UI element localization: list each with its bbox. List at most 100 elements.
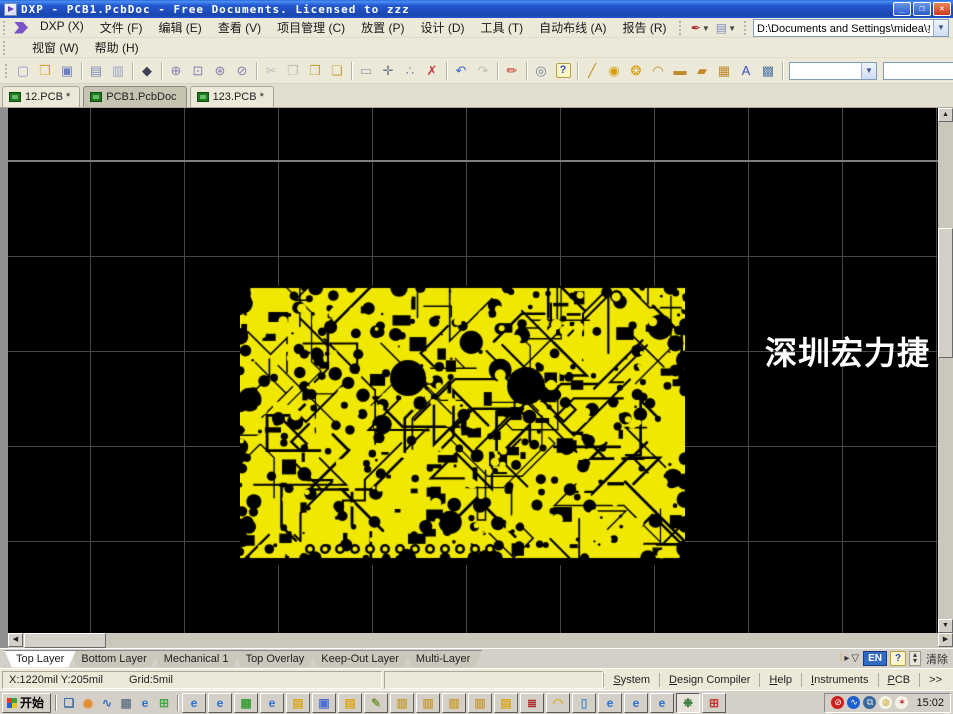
taskbar-ie-4[interactable]: e: [598, 693, 622, 713]
tray-ime-icon[interactable]: ◍: [879, 696, 892, 709]
annotation-tool-button[interactable]: ✒▼: [688, 19, 713, 37]
print-button[interactable]: ▤: [85, 60, 107, 82]
status-panel-instruments[interactable]: Instruments: [801, 673, 877, 687]
menu-item-6[interactable]: 设计 (D): [413, 17, 473, 38]
interactive-routing-button[interactable]: ✏: [501, 60, 523, 82]
menu-item-2[interactable]: 编辑 (E): [150, 17, 209, 38]
paste-button[interactable]: ❒: [304, 60, 326, 82]
menu-item-5[interactable]: 放置 (P): [353, 17, 412, 38]
zoom-area-button[interactable]: ⊡: [187, 60, 209, 82]
quicklaunch-media-player-icon[interactable]: ◉: [79, 694, 97, 712]
open-document-button[interactable]: ❒: [34, 60, 56, 82]
view-board-3d-button[interactable]: ◆: [136, 60, 158, 82]
chevron-down-icon[interactable]: ▼: [861, 63, 876, 79]
vertical-scrollbar[interactable]: ▲ ▼: [938, 108, 953, 633]
place-via-button[interactable]: ❂: [625, 60, 647, 82]
chevron-down-icon[interactable]: ▼: [933, 20, 948, 36]
pcb-editor-canvas[interactable]: 深圳宏力捷 ▲ ▼ ◀ ▶: [0, 108, 953, 648]
taskbar-folder-2[interactable]: ▤: [338, 693, 362, 713]
menu-item-0[interactable]: DXP (X): [32, 17, 92, 38]
taskbar-package-3[interactable]: ▥: [442, 693, 466, 713]
layer-tab-multi-layer[interactable]: Multi-Layer: [404, 650, 482, 668]
vertical-scroll-thumb[interactable]: [938, 228, 953, 358]
taskbar-books[interactable]: ≣: [520, 693, 544, 713]
quicklaunch-show-desktop-icon[interactable]: ❏: [60, 694, 78, 712]
taskbar-ie-1[interactable]: e: [182, 693, 206, 713]
paste-array-button[interactable]: ❏: [326, 60, 348, 82]
toolbar-grip[interactable]: [679, 21, 683, 35]
zoom-document-button[interactable]: ⊕: [165, 60, 187, 82]
place-fill-button[interactable]: ▬: [669, 60, 691, 82]
horizontal-scrollbar[interactable]: ◀ ▶: [8, 633, 953, 648]
filter-icon[interactable]: ▽: [850, 653, 860, 664]
layer-tab-top-overlay[interactable]: Top Overlay: [234, 650, 317, 668]
tray-audio-icon[interactable]: ∿: [847, 696, 860, 709]
move-selection-button[interactable]: ✛: [377, 60, 399, 82]
ime-language-badge[interactable]: EN: [863, 651, 887, 666]
status-panel-pcb[interactable]: PCB: [878, 673, 920, 687]
taskbar-package-4[interactable]: ▥: [468, 693, 492, 713]
toolbar-grip[interactable]: [744, 21, 748, 35]
taskbar-notebook[interactable]: ▯: [572, 693, 596, 713]
taskbar-ie-3[interactable]: e: [260, 693, 284, 713]
toolbar-grip[interactable]: [3, 21, 7, 35]
scroll-up-button[interactable]: ▲: [938, 108, 953, 122]
taskbar-helmet[interactable]: ◠: [546, 693, 570, 713]
zoom-selected-button[interactable]: ⊛: [209, 60, 231, 82]
undo-button[interactable]: ↶: [450, 60, 472, 82]
status-panel--[interactable]: >>: [919, 673, 951, 687]
clear-mask-button[interactable]: 清除: [924, 651, 950, 667]
help-button[interactable]: ?: [552, 60, 574, 82]
tray-network-icon[interactable]: ⧉: [863, 696, 876, 709]
place-line-button[interactable]: ╱: [581, 60, 603, 82]
address-input[interactable]: [754, 22, 933, 34]
place-arc-button[interactable]: ◠: [647, 60, 669, 82]
menu-item-row2-1[interactable]: 帮助 (H): [87, 37, 147, 58]
quicklaunch-ie-icon[interactable]: e: [136, 694, 154, 712]
menu-item-8[interactable]: 自动布线 (A): [531, 17, 614, 38]
taskbar-ie-2[interactable]: e: [208, 693, 232, 713]
scroll-down-button[interactable]: ▼: [938, 619, 953, 633]
taskbar-package-1[interactable]: ▥: [390, 693, 414, 713]
print-preview-button[interactable]: ▥: [107, 60, 129, 82]
taskbar-sheet[interactable]: ▦: [234, 693, 258, 713]
document-tab-1[interactable]: PCB1.PcbDoc: [83, 86, 186, 107]
clear-filter-button[interactable]: ✗: [421, 60, 443, 82]
expand-toolbar-button[interactable]: ▴▾: [909, 651, 921, 666]
document-tab-0[interactable]: 12.PCB *: [2, 86, 80, 107]
toolbar-grip[interactable]: [3, 41, 7, 55]
menu-item-9[interactable]: 报告 (R): [615, 17, 675, 38]
menu-item-row2-0[interactable]: 视窗 (W): [24, 37, 87, 58]
taskbar-notepad[interactable]: ▣: [312, 693, 336, 713]
chevron-down-icon[interactable]: ▼: [702, 24, 710, 33]
zoom-filter-button[interactable]: ⊘: [231, 60, 253, 82]
tray-alarm-icon[interactable]: ✶: [895, 696, 908, 709]
taskbar-colors[interactable]: ⊞: [702, 693, 726, 713]
quicklaunch-messenger-icon[interactable]: ∿: [98, 694, 116, 712]
place-pad-button[interactable]: ◉: [603, 60, 625, 82]
quicklaunch-calculator-icon[interactable]: ▦: [117, 694, 135, 712]
menu-item-1[interactable]: 文件 (F): [92, 17, 151, 38]
help-badge-button[interactable]: ?: [890, 651, 906, 666]
select-area-button[interactable]: ▭: [355, 60, 377, 82]
layer-tab-top-layer[interactable]: Top Layer: [4, 650, 76, 668]
horizontal-scroll-thumb[interactable]: [24, 633, 106, 648]
restore-button[interactable]: ❐: [913, 2, 931, 16]
taskbar-ie-5[interactable]: e: [624, 693, 648, 713]
place-component-button[interactable]: ▩: [757, 60, 779, 82]
status-panel-help[interactable]: Help: [759, 673, 801, 687]
status-panel-design-compiler[interactable]: Design Compiler: [659, 673, 759, 687]
minimize-button[interactable]: _: [893, 2, 911, 16]
net-combo[interactable]: ▼: [883, 62, 953, 80]
chevron-down-icon[interactable]: ▼: [728, 24, 736, 33]
pcb-board-artwork[interactable]: [240, 286, 685, 565]
layer-tab-bottom-layer[interactable]: Bottom Layer: [69, 650, 158, 668]
taskbar-ie-6[interactable]: e: [650, 693, 674, 713]
menu-item-7[interactable]: 工具 (T): [473, 17, 532, 38]
print-tool-button[interactable]: ▤▼: [713, 19, 739, 37]
menu-item-3[interactable]: 查看 (V): [210, 17, 269, 38]
scroll-right-button[interactable]: ▶: [938, 633, 953, 647]
taskbar-dxp-active[interactable]: ❉: [676, 693, 700, 713]
document-tab-2[interactable]: 123.PCB *: [190, 86, 274, 107]
new-document-button[interactable]: ▢: [12, 60, 34, 82]
